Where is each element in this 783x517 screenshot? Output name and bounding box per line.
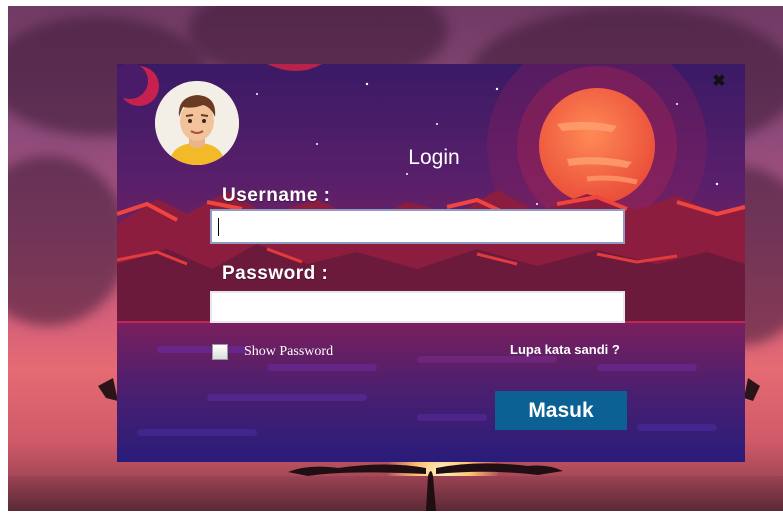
forgot-password-link[interactable]: Lupa kata sandi ?	[510, 342, 620, 357]
username-label: Username :	[222, 185, 331, 206]
screen: ✖ Login Username : Password : Show Passw…	[0, 0, 783, 517]
username-input[interactable]	[210, 209, 625, 244]
password-label: Password :	[222, 263, 329, 284]
close-icon: ✖	[712, 73, 726, 90]
text-caret	[218, 218, 219, 236]
dialog-title: Login	[408, 146, 460, 169]
close-button[interactable]: ✖	[711, 74, 727, 90]
show-password-checkbox[interactable]	[212, 344, 228, 360]
show-password-label: Show Password	[244, 344, 334, 359]
login-dialog: ✖ Login Username : Password : Show Passw…	[117, 64, 745, 462]
password-input[interactable]	[210, 291, 625, 323]
login-button[interactable]: Masuk	[495, 391, 627, 430]
